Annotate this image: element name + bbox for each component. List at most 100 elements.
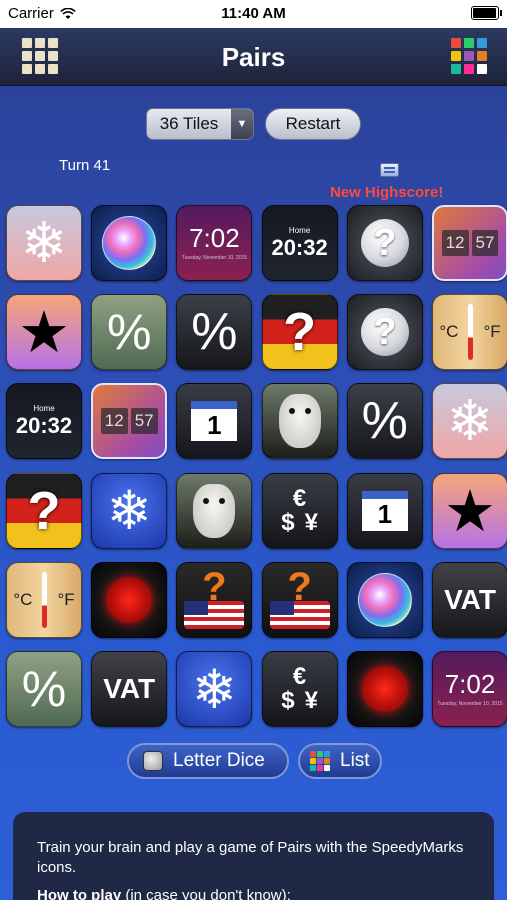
tile-pct-money[interactable]: % [6, 651, 82, 727]
usa-flag-icon [269, 600, 330, 629]
tile-pct[interactable]: % [346, 383, 423, 460]
tile-flip[interactable]: 12 57 [432, 205, 507, 281]
tile-vat[interactable]: VAT [432, 561, 507, 638]
clock-date: Tuesday, November 10, 2015 [437, 701, 503, 707]
tile-curr[interactable]: € $ ¥ [261, 472, 338, 549]
bubble-icon [357, 572, 412, 627]
tile-goat[interactable] [176, 472, 253, 549]
yen-symbol: ¥ [304, 687, 318, 714]
tile-pct[interactable]: % [176, 294, 253, 371]
turn-counter: Turn 41 [59, 157, 111, 174]
tile-thermo[interactable]: °C °F [6, 561, 82, 638]
thermometer-icon [42, 571, 48, 628]
euro-symbol: € [292, 663, 307, 690]
tile-germany[interactable]: ? [6, 472, 82, 549]
goat-icon [193, 483, 236, 538]
clock-time: 7:02 [444, 669, 496, 699]
question-mark-icon: ? [27, 480, 61, 541]
tile-snowblue[interactable]: ❄ [176, 651, 253, 727]
tile-usa[interactable]: ? [176, 561, 253, 638]
dropdown-arrow-icon: ▼ [231, 109, 253, 139]
color-cell [310, 758, 316, 764]
tile-q[interactable]: ? [346, 205, 423, 281]
bubble-icon [102, 216, 157, 270]
tile-home[interactable]: Home 20:32 [261, 205, 338, 281]
page-title: Pairs [221, 42, 286, 72]
clock-location: Home [33, 403, 55, 413]
tiles-select-label: 36 Tiles [159, 114, 219, 133]
tile-flip[interactable]: 12 57 [91, 383, 168, 460]
tile-snowblue[interactable]: ❄ [91, 472, 168, 549]
tile-snow[interactable]: ❄ [432, 383, 507, 460]
question-mark-icon: ? [283, 302, 317, 363]
list-button[interactable]: List [298, 743, 382, 779]
color-cell [464, 64, 474, 74]
tile-germany[interactable]: ? [261, 294, 338, 371]
clock: 11:40 AM [221, 5, 286, 22]
info-card: Train your brain and play a game of Pair… [13, 812, 494, 900]
letter-dice-button[interactable]: Letter Dice [127, 743, 289, 779]
clock-time: 20:32 [15, 412, 73, 438]
tile-usa[interactable]: ? [261, 561, 338, 638]
tile-pct-money[interactable]: % [91, 294, 168, 371]
tile-symbol: % [106, 304, 152, 361]
tile-snow[interactable]: ❄ [6, 205, 82, 281]
highscore-icon[interactable] [380, 163, 399, 177]
tile-bubble[interactable] [91, 205, 168, 281]
tile-board: ❄ 7:02 Tuesday, November 10, 2015 Home 20:32… [3, 205, 507, 733]
fahrenheit-label: °F [483, 322, 501, 342]
color-cell [324, 765, 330, 771]
currency-row: $ ¥ [281, 508, 318, 536]
color-cell [324, 758, 330, 764]
tile-bubble[interactable] [346, 561, 423, 638]
tile-clock7[interactable]: 7:02 Tuesday, November 10, 2015 [432, 651, 507, 727]
tile-red[interactable] [346, 651, 423, 727]
clock-location: Home [288, 225, 311, 235]
tile-home[interactable]: Home 20:32 [6, 383, 82, 460]
tile-thermo[interactable]: °C °F [432, 294, 507, 371]
tile-red[interactable] [91, 561, 168, 638]
tile-cal[interactable]: 1 [346, 472, 423, 549]
tile-symbol: ❄ [20, 211, 68, 274]
tile-vat[interactable]: VAT [91, 651, 168, 727]
tiles-select[interactable]: 36 Tiles ▼ [146, 108, 254, 140]
nav-bar: Pairs [0, 28, 507, 86]
tile-star[interactable]: ★ [432, 472, 507, 549]
tile-symbol: ❄ [191, 659, 238, 720]
tile-symbol: VAT [444, 583, 496, 615]
tile-goat[interactable] [261, 383, 338, 460]
how-to-play-note: (in case you don't know): [121, 887, 291, 900]
color-cell [310, 765, 316, 771]
list-label: List [340, 750, 370, 771]
clock-time: 7:02 [189, 223, 240, 253]
letter-dice-icon [143, 751, 163, 771]
tile-star[interactable]: ★ [6, 294, 82, 371]
color-cell [464, 38, 474, 48]
tile-symbol: % [191, 303, 238, 362]
tile-symbol: % [21, 661, 67, 717]
celsius-label: °C [439, 322, 459, 342]
controls: 36 Tiles ▼ Restart [0, 108, 507, 142]
color-cell [324, 751, 330, 757]
flip-hours: 12 [441, 230, 469, 256]
tile-symbol: % [361, 392, 408, 451]
fahrenheit-label: °F [57, 589, 75, 609]
tile-q[interactable]: ? [346, 294, 423, 371]
question-ball-icon: ? [360, 308, 409, 357]
yen-symbol: ¥ [304, 508, 318, 536]
restart-button[interactable]: Restart [265, 108, 361, 140]
intro-text: Train your brain and play a game of Pair… [37, 839, 464, 876]
currency-row: $ ¥ [281, 689, 318, 713]
battery-level [473, 8, 496, 18]
tile-curr[interactable]: € $ ¥ [261, 651, 338, 727]
color-cell [464, 51, 474, 61]
tile-clock7[interactable]: 7:02 Tuesday, November 10, 2015 [176, 205, 253, 281]
goat-icon [278, 394, 321, 449]
celsius-label: °C [13, 589, 33, 609]
color-cell [317, 758, 323, 764]
color-grid-icon[interactable] [451, 38, 487, 74]
battery-icon [471, 6, 502, 20]
clock-time: 20:32 [271, 234, 328, 260]
tile-cal[interactable]: 1 [176, 383, 253, 460]
highscore-label: New Highscore! [330, 184, 444, 201]
